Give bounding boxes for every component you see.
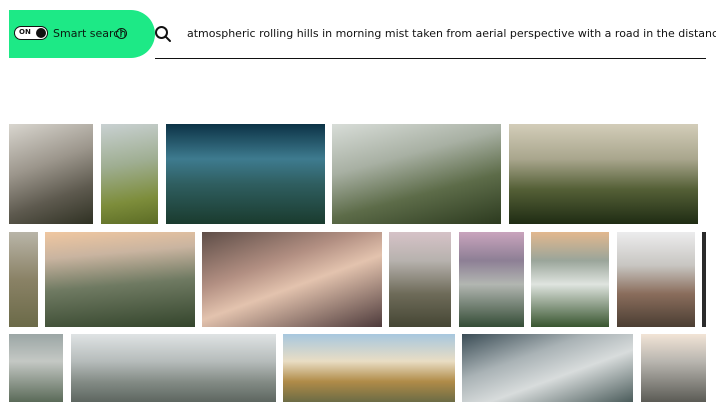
result-image[interactable]: [617, 232, 695, 327]
result-image[interactable]: [101, 124, 158, 224]
help-icon[interactable]: ?: [116, 28, 127, 39]
result-image[interactable]: [166, 124, 325, 224]
search-input[interactable]: atmospheric rolling hills in morning mis…: [187, 27, 716, 40]
result-image[interactable]: [332, 124, 501, 224]
result-image[interactable]: [45, 232, 195, 327]
smart-search-toggle[interactable]: ON: [14, 26, 48, 40]
result-image[interactable]: [9, 232, 38, 327]
result-image[interactable]: [509, 124, 698, 224]
toggle-knob: [36, 28, 46, 38]
result-image[interactable]: [9, 124, 93, 224]
search-bar: ON Smart search ? atmospheric rolling hi…: [9, 10, 716, 59]
result-image[interactable]: [531, 232, 609, 327]
result-image[interactable]: [389, 232, 451, 327]
result-image[interactable]: [641, 334, 706, 402]
toggle-state-label: ON: [19, 28, 31, 36]
result-image[interactable]: [9, 334, 63, 402]
result-image[interactable]: [202, 232, 382, 327]
smart-search-panel: ON Smart search ?: [9, 10, 155, 58]
search-icon[interactable]: [154, 25, 172, 43]
result-image[interactable]: [459, 232, 524, 327]
result-image[interactable]: [702, 232, 706, 327]
result-image[interactable]: [462, 334, 633, 402]
result-image[interactable]: [71, 334, 276, 402]
result-image[interactable]: [283, 334, 455, 402]
search-underline: [155, 58, 706, 59]
